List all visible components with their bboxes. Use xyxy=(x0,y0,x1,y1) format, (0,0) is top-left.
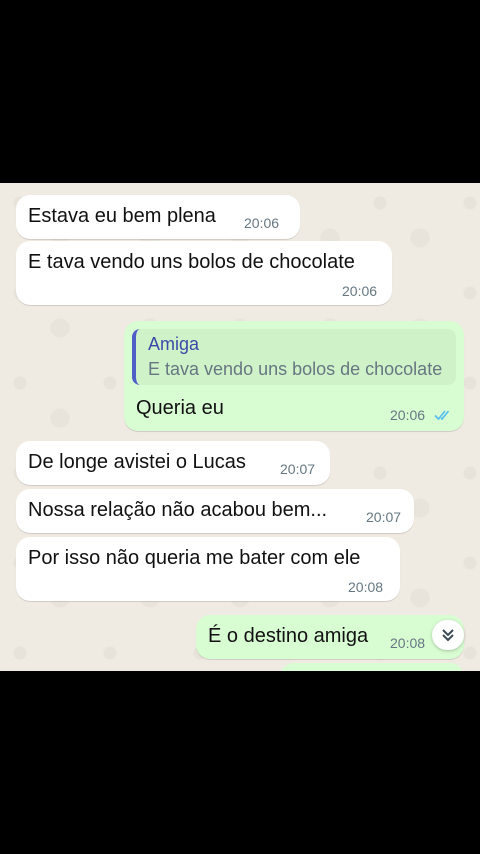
message-bubble-outgoing-partial xyxy=(280,663,464,671)
message-time: 20:08 xyxy=(348,579,384,595)
message-text: De longe avistei o Lucas xyxy=(28,451,246,473)
message-time: 20:07 xyxy=(280,461,316,477)
message-time: 20:06 xyxy=(244,215,280,231)
message-text: E tava vendo uns bolos de chocolate xyxy=(28,251,355,273)
message-bubble-incoming[interactable]: Nossa relação não acabou bem... 20:07 xyxy=(16,489,414,533)
message-bubble-outgoing[interactable]: É o destino amiga 20:08 xyxy=(196,615,464,659)
message-text: Nossa relação não acabou bem... xyxy=(28,499,328,521)
message-text: É o destino amiga xyxy=(208,625,369,647)
message-time: 20:06 xyxy=(390,407,426,423)
quoted-text: E tava vendo uns bolos de chocolate xyxy=(148,359,443,379)
message-text: Por isso não queria me bater com ele xyxy=(28,547,361,569)
message-bubble-incoming[interactable]: Por isso não queria me bater com ele 20:… xyxy=(16,537,400,601)
message-bubble-incoming[interactable]: De longe avistei o Lucas 20:07 xyxy=(16,441,330,485)
message-bubble-outgoing[interactable]: Amiga E tava vendo uns bolos de chocolat… xyxy=(124,321,464,431)
message-bubble-incoming[interactable]: Estava eu bem plena 20:06 xyxy=(16,195,300,239)
message-text: Estava eu bem plena xyxy=(28,205,216,227)
message-time: 20:08 xyxy=(390,635,426,651)
message-bubble-incoming[interactable]: E tava vendo uns bolos de chocolate 20:0… xyxy=(16,241,392,305)
chat-area: Estava eu bem plena 20:06 E tava vendo u… xyxy=(0,183,480,671)
double-chevron-down-icon xyxy=(442,629,454,642)
message-text: Queria eu xyxy=(136,397,224,419)
scroll-to-bottom-button[interactable] xyxy=(432,620,464,650)
message-time: 20:06 xyxy=(342,283,378,299)
double-check-icon xyxy=(434,410,450,421)
quoted-message[interactable]: Amiga E tava vendo uns bolos de chocolat… xyxy=(132,329,456,385)
message-time: 20:07 xyxy=(366,509,402,525)
quoted-author: Amiga xyxy=(148,334,200,354)
